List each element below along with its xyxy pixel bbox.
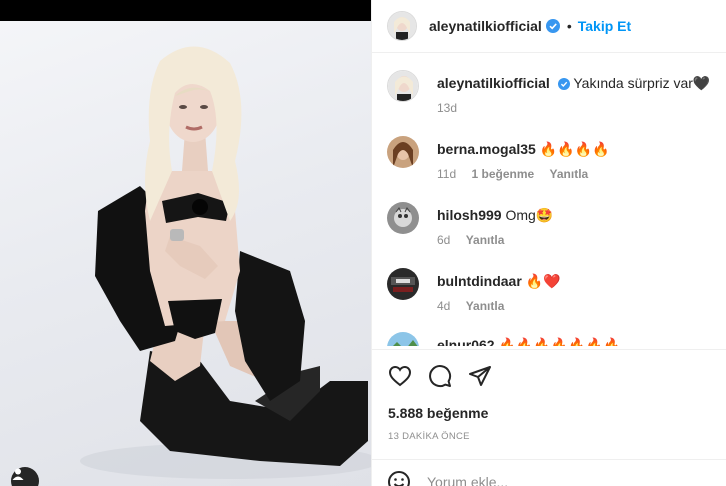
comment-username[interactable]: bulntdindaar — [437, 273, 522, 289]
reply-button[interactable]: Yanıtla — [466, 299, 505, 313]
comment-icon — [429, 365, 452, 388]
share-icon — [469, 366, 491, 386]
comment-text: 🔥❤️ — [525, 273, 561, 289]
action-bar — [387, 363, 493, 389]
caption-body: aleynatilkiofficial Yakında sürpriz var🖤… — [437, 74, 717, 115]
comment-likes[interactable]: 1 beğenme — [471, 167, 534, 181]
reply-button[interactable]: Yanıtla — [466, 233, 505, 247]
media-top-bar — [0, 0, 371, 21]
follow-button[interactable]: Takip Et — [578, 18, 631, 34]
comment-button[interactable] — [427, 363, 453, 389]
comment-body: elnur062 🔥🔥🔥🔥🔥🔥🔥 — [437, 336, 717, 346]
caption-avatar[interactable] — [387, 70, 419, 102]
comment-avatar[interactable] — [387, 136, 419, 168]
post-details-panel: aleynatilkiofficial • Takip Et aleynatil… — [372, 0, 726, 486]
caption-time[interactable]: 13d — [437, 101, 457, 115]
author-avatar-image — [388, 12, 416, 40]
like-count[interactable]: 5.888 beğenme — [388, 405, 488, 421]
comment-text: 🔥🔥🔥🔥 — [539, 141, 610, 157]
comment-time[interactable]: 11d — [437, 167, 456, 181]
comment-time[interactable]: 4d — [437, 299, 450, 313]
comment-avatar[interactable] — [387, 268, 419, 300]
post-header: aleynatilkiofficial • Takip Et — [372, 0, 726, 53]
comment-avatar[interactable] — [387, 332, 419, 346]
post-photo[interactable] — [0, 21, 371, 486]
comment-body: bulntdindaar 🔥❤️ 4d Yanıtla — [437, 272, 717, 313]
verified-badge-icon — [545, 19, 560, 33]
caption-text: Yakında sürpriz var🖤 — [573, 75, 711, 91]
media-column — [0, 0, 371, 486]
author-username[interactable]: aleynatilkiofficial — [429, 18, 542, 34]
comment-body: hilosh999 Omg🤩 6d Yanıtla — [437, 206, 717, 247]
comment-username[interactable]: elnur062 — [437, 337, 495, 346]
add-comment-divider — [372, 459, 726, 460]
heart-icon — [388, 365, 412, 387]
post-modal: aleynatilkiofficial • Takip Et aleynatil… — [0, 0, 726, 486]
comment-text: 🔥🔥🔥🔥🔥🔥🔥 — [498, 337, 621, 346]
comments-list: aleynatilkiofficial Yakında sürpriz var🖤… — [372, 54, 726, 346]
share-button[interactable] — [467, 363, 493, 389]
header-separator: • — [566, 18, 572, 34]
post-timestamp: 13 DAKİKA ÖNCE — [388, 431, 470, 442]
caption-username[interactable]: aleynatilkiofficial — [437, 75, 550, 91]
verified-badge-icon — [557, 78, 570, 90]
author-avatar[interactable] — [387, 11, 417, 41]
user-tag-icon — [12, 468, 24, 480]
photo-illustration — [80, 46, 371, 479]
comment-text: Omg🤩 — [505, 207, 554, 223]
add-comment-row — [387, 470, 677, 486]
like-button[interactable] — [387, 363, 413, 389]
comment-time[interactable]: 6d — [437, 233, 450, 247]
comment-body: berna.mogal35 🔥🔥🔥🔥 11d 1 beğenme Yanıtla — [437, 140, 717, 181]
comment-avatar[interactable] — [387, 202, 419, 234]
comment-username[interactable]: berna.mogal35 — [437, 141, 536, 157]
reply-button[interactable]: Yanıtla — [550, 167, 589, 181]
comment-input[interactable] — [427, 474, 677, 486]
actions-divider — [372, 349, 726, 350]
comment-username[interactable]: hilosh999 — [437, 207, 502, 223]
emoji-icon[interactable] — [387, 470, 411, 486]
